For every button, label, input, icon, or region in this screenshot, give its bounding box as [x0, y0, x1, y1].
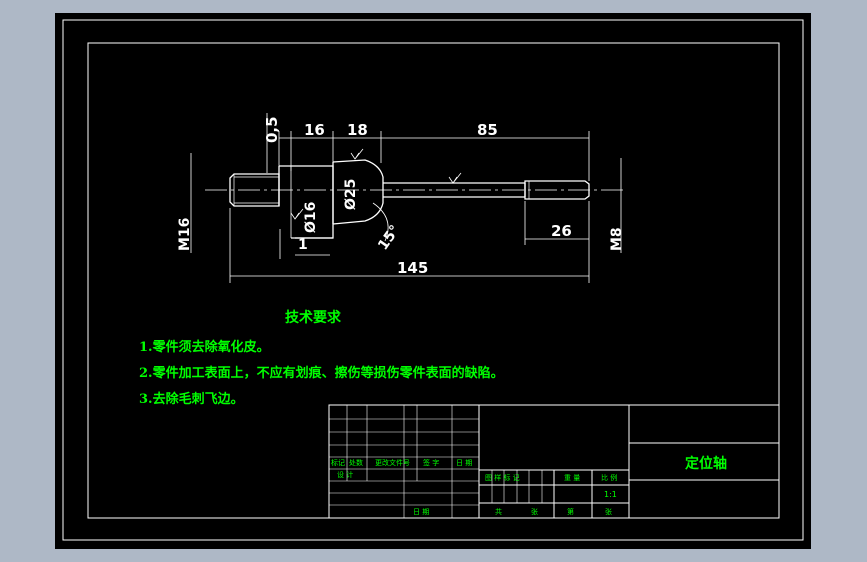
sheet-unit-label-2: 张	[605, 507, 612, 516]
scale-header: 比 例	[601, 473, 617, 482]
dim-26: 26	[551, 222, 572, 240]
scale-value: 1:1	[604, 490, 617, 499]
requirements-title: 技术要求	[285, 309, 342, 326]
requirement-1: 1.零件须去除氧化皮。	[139, 339, 270, 355]
rev-header-date: 日 期	[456, 459, 472, 467]
dim-15deg: 15°	[375, 222, 403, 253]
dim-m8: M8	[609, 227, 625, 251]
requirement-2: 2.零件加工表面上，不应有划痕、擦伤等损伤零件表面的缺陷。	[139, 365, 504, 381]
inner-border	[87, 42, 780, 519]
rev-header-docno: 更改文件号	[375, 458, 410, 467]
weight-header: 重 量	[564, 474, 580, 482]
dim-16: 16	[304, 121, 325, 139]
design-label: 设 计	[337, 470, 353, 479]
rev-header-mark: 标记	[331, 458, 345, 467]
dim-85: 85	[477, 121, 498, 139]
sheet-no-label: 第	[567, 507, 574, 516]
dim-18: 18	[347, 121, 368, 139]
dim-m16: M16	[177, 218, 193, 251]
cad-drawing: 0,5 16 18 85 145 26 M16 M8 Ø25 Ø16 1 15°…	[62, 19, 804, 541]
dim-1: 1	[298, 237, 308, 253]
dim-0-5: 0,5	[263, 116, 281, 143]
requirement-3: 3.去除毛刺飞边。	[139, 391, 244, 407]
rev-header-sign: 签 字	[423, 458, 439, 467]
drawing-viewport[interactable]: 0,5 16 18 85 145 26 M16 M8 Ø25 Ø16 1 15°…	[55, 13, 811, 549]
part-name: 定位轴	[685, 455, 727, 472]
sheet-total-label: 共	[495, 507, 502, 516]
dim-phi25: Ø25	[343, 179, 359, 210]
sheet-unit-label-1: 张	[531, 507, 538, 516]
stage-mark-header: 图 样 标 记	[485, 473, 520, 482]
dim-phi16: Ø16	[303, 202, 319, 233]
dim-145: 145	[397, 259, 428, 277]
date-label: 日 期	[413, 508, 429, 516]
rev-header-count: 处数	[349, 458, 363, 467]
dimension-lines	[190, 113, 622, 283]
